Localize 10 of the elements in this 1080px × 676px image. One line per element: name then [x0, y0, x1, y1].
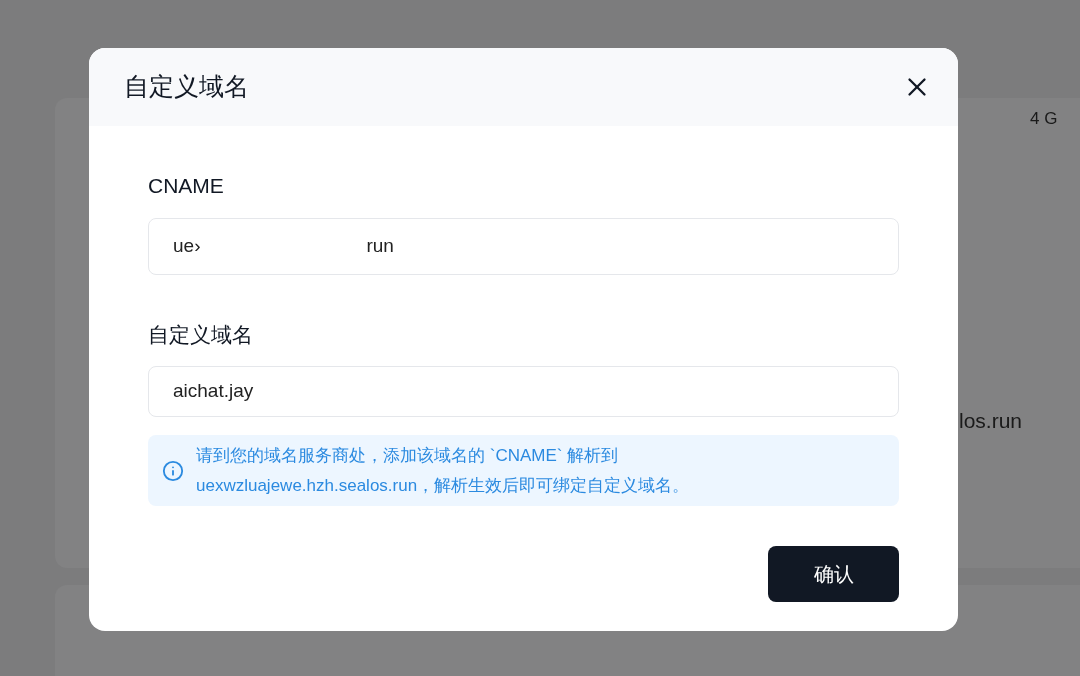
memory-value: 4 G — [1030, 108, 1058, 130]
domain-text: los.run — [959, 408, 1023, 434]
field-label: 自定义域名 — [148, 321, 254, 348]
notice-text: 请到您的域名服务商处，添加该域名的 `CNAME` 解析到 uexwzluajewe.hzh.sealos.run，解析生效后即可绑定自定义域名。 — [196, 444, 691, 497]
confirm-button[interactable]: 确认 — [768, 546, 899, 602]
input-field[interactable]: ue› run — [148, 217, 899, 275]
field-label: CNAME — [148, 173, 225, 199]
info-icon — [162, 459, 184, 482]
dialog-title: 自定义域名 — [124, 71, 249, 103]
input-field[interactable]: aichat.jay — [148, 366, 899, 417]
